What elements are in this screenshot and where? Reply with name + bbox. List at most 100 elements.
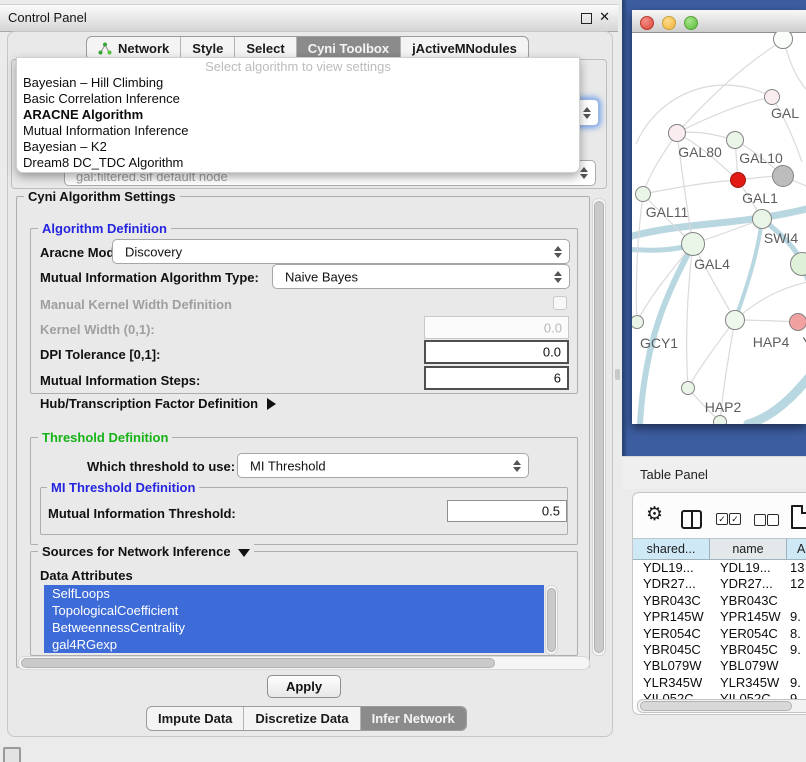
- table-cell: YBR043C: [633, 593, 710, 609]
- scrollbar-thumb[interactable]: [547, 588, 556, 652]
- apply-button[interactable]: Apply: [267, 675, 341, 698]
- network-node-gal1[interactable]: [730, 172, 746, 188]
- scrollbar-thumb[interactable]: [21, 658, 495, 668]
- table-row[interactable]: YDR27...YDR27...12: [633, 576, 806, 592]
- network-window-titlebar[interactable]: [632, 10, 806, 33]
- panel-splitter-handle[interactable]: [615, 369, 620, 380]
- tab-label: Cyni Toolbox: [308, 41, 389, 56]
- network-node-hap2[interactable]: [681, 381, 695, 395]
- algorithm-option[interactable]: Dream8 DC_TDC Algorithm: [17, 155, 579, 171]
- network-node-y[interactable]: [789, 313, 806, 331]
- scrollbar-thumb[interactable]: [594, 201, 604, 653]
- algorithm-option[interactable]: Basic Correlation Inference: [17, 91, 579, 107]
- network-node-gal11[interactable]: [635, 186, 651, 202]
- kernel-width-label: Kernel Width (0,1):: [40, 322, 155, 337]
- table-cell: YLR345W: [710, 675, 787, 691]
- data-attribute-item[interactable]: SelfLoops: [44, 585, 544, 602]
- network-node-gal80[interactable]: [668, 124, 686, 142]
- network-node-label: GAL4: [694, 256, 730, 272]
- which-threshold-label: Which threshold to use:: [87, 459, 235, 474]
- tab-label: Select: [246, 41, 284, 56]
- bottom-tab-discretize-data[interactable]: Discretize Data: [243, 707, 359, 730]
- table-cell: 9.: [787, 609, 806, 625]
- settings-vertical-scrollbar[interactable]: [592, 198, 606, 656]
- table-row[interactable]: YBR043CYBR043C: [633, 593, 806, 609]
- table-row[interactable]: YBR045CYBR045C9.: [633, 642, 806, 658]
- settings-horizontal-scrollbar[interactable]: [18, 656, 590, 670]
- mi-threshold-field[interactable]: 0.5: [447, 500, 567, 522]
- mi-steps-field[interactable]: 6: [424, 366, 569, 390]
- network-node-hap4[interactable]: [725, 310, 745, 330]
- network-frame-edge: [622, 0, 628, 456]
- table-cell: YER054C: [710, 626, 787, 642]
- algorithm-option[interactable]: Mutual Information Inference: [17, 123, 579, 139]
- dock-window-icon[interactable]: [3, 747, 21, 762]
- table-cell: YPR145W: [633, 609, 710, 625]
- checked-checkbox-icon[interactable]: ✓: [716, 513, 728, 525]
- network-window[interactable]: GALGAL80GAL10GAL1GAL11SWI4GAL4GCY1HAP4YH…: [632, 10, 806, 424]
- algorithm-dropdown-list: Bayesian – Hill ClimbingBasic Correlatio…: [17, 75, 579, 171]
- table-row[interactable]: YDL19...YDL19...13: [633, 560, 806, 576]
- table-row[interactable]: YIL052CYIL052C9: [633, 691, 806, 699]
- algorithm-option[interactable]: ARACNE Algorithm: [17, 107, 579, 123]
- network-node-swi4[interactable]: [752, 209, 772, 229]
- algorithm-option[interactable]: Bayesian – K2: [17, 139, 579, 155]
- data-attribute-item[interactable]: TopologicalCoefficient: [44, 602, 544, 619]
- network-node-label: HAP2: [705, 399, 742, 415]
- column-header-1[interactable]: shared...: [633, 538, 710, 560]
- which-threshold-combobox[interactable]: MI Threshold: [237, 453, 529, 478]
- algorithm-option[interactable]: Bayesian – Hill Climbing: [17, 75, 579, 91]
- network-node[interactable]: [772, 165, 794, 187]
- collapse-down-icon: [238, 549, 250, 557]
- scrollbar-thumb[interactable]: [640, 701, 792, 711]
- table-row[interactable]: YBL079WYBL079W: [633, 658, 806, 674]
- close-traffic-light-icon[interactable]: [640, 16, 654, 30]
- dpi-tolerance-label: DPI Tolerance [0,1]:: [40, 347, 160, 362]
- gear-icon[interactable]: ⚙: [646, 505, 663, 525]
- minimize-traffic-light-icon[interactable]: [662, 16, 676, 30]
- hub-definition-expander[interactable]: Hub/Transcription Factor Definition: [40, 396, 276, 411]
- table-row[interactable]: YLR345WYLR345W9.: [633, 675, 806, 691]
- document-icon[interactable]: [791, 505, 806, 529]
- which-threshold-value: MI Threshold: [250, 458, 326, 473]
- manual-kernel-width-checkbox[interactable]: [553, 296, 567, 310]
- sources-group-title[interactable]: Sources for Network Inference: [38, 544, 254, 559]
- table-cell: YDL19...: [633, 560, 710, 576]
- table-cell: 9.: [787, 642, 806, 658]
- table-rows: YDL19...YDL19...13YDR27...YDR27...12YBR0…: [633, 560, 806, 699]
- column-header-2[interactable]: name: [710, 538, 787, 560]
- aracne-mode-combobox[interactable]: Discovery: [112, 239, 570, 264]
- bottom-tab-infer-network[interactable]: Infer Network: [360, 707, 466, 730]
- kernel-width-field[interactable]: 0.0: [424, 316, 569, 339]
- mi-threshold-label: Mutual Information Threshold:: [48, 506, 236, 521]
- table-cell: YIL052C: [710, 691, 787, 699]
- table-row[interactable]: YER054CYER054C8.: [633, 626, 806, 642]
- zoom-traffic-light-icon[interactable]: [684, 16, 698, 30]
- attributes-scrollbar[interactable]: [545, 585, 558, 655]
- network-node-gal4[interactable]: [681, 232, 705, 256]
- network-node-gal[interactable]: [764, 89, 780, 105]
- network-canvas[interactable]: GALGAL80GAL10GAL1GAL11SWI4GAL4GCY1HAP4YH…: [632, 32, 806, 424]
- table-cell: 13: [787, 560, 806, 576]
- control-panel-title: Control Panel: [8, 10, 87, 25]
- network-node-label: GAL1: [742, 190, 778, 206]
- table-horizontal-scrollbar[interactable]: [637, 699, 806, 713]
- mi-algorithm-type-combobox[interactable]: Naive Bayes: [272, 264, 570, 289]
- close-icon[interactable]: ✕: [599, 9, 610, 25]
- network-node-gal10[interactable]: [726, 131, 744, 149]
- network-node-label: GAL10: [739, 150, 783, 166]
- network-node[interactable]: [713, 415, 727, 424]
- aracne-mode-value: Discovery: [125, 244, 182, 259]
- column-header-3[interactable]: A: [787, 538, 806, 560]
- unchecked-checkbox-icon[interactable]: [754, 514, 766, 526]
- bottom-tab-impute-data[interactable]: Impute Data: [147, 707, 243, 730]
- control-panel-titlebar: Control Panel ✕: [0, 4, 618, 32]
- table-row[interactable]: YPR145WYPR145W9.: [633, 609, 806, 625]
- float-window-icon[interactable]: [581, 13, 592, 24]
- data-attribute-item[interactable]: gal4RGexp: [44, 636, 544, 653]
- unchecked-checkbox-icon[interactable]: [767, 514, 779, 526]
- dpi-tolerance-field[interactable]: 0.0: [424, 340, 569, 364]
- data-attribute-item[interactable]: BetweennessCentrality: [44, 619, 544, 636]
- columns-icon[interactable]: [681, 510, 702, 529]
- checked-checkbox-icon[interactable]: ✓: [729, 513, 741, 525]
